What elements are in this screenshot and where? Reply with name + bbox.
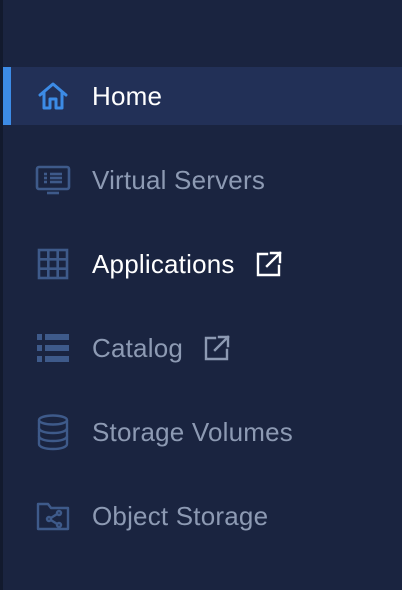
sidebar-item-home[interactable]: Home bbox=[3, 67, 402, 125]
sidebar: Home Virtual Servers Applications Catalo… bbox=[0, 0, 402, 590]
sidebar-item-label: Virtual Servers bbox=[92, 164, 266, 195]
sidebar-item-label-wrap: Catalog bbox=[92, 333, 232, 364]
sidebar-item-label-wrap: Applications bbox=[92, 249, 284, 280]
sidebar-item-storage-volumes[interactable]: Storage Volumes bbox=[3, 390, 402, 474]
sidebar-item-object-storage[interactable]: Object Storage bbox=[3, 474, 402, 558]
external-link-icon bbox=[202, 333, 232, 363]
sidebar-item-label: Applications bbox=[92, 248, 235, 279]
sidebar-item-label: Home bbox=[92, 80, 163, 111]
sidebar-item-catalog[interactable]: Catalog bbox=[3, 306, 402, 390]
list-icon bbox=[34, 329, 72, 367]
monitor-icon bbox=[34, 161, 72, 199]
sidebar-item-applications[interactable]: Applications bbox=[3, 222, 402, 306]
sidebar-nav: Home Virtual Servers Applications Catalo… bbox=[3, 54, 402, 558]
sidebar-item-virtual-servers[interactable]: Virtual Servers bbox=[3, 138, 402, 222]
share-folder-icon bbox=[34, 497, 72, 535]
database-icon bbox=[34, 413, 72, 451]
sidebar-item-label: Object Storage bbox=[92, 500, 269, 531]
external-link-icon bbox=[254, 249, 284, 279]
sidebar-item-label: Storage Volumes bbox=[92, 416, 294, 447]
home-icon bbox=[34, 77, 72, 115]
sidebar-item-label: Catalog bbox=[92, 332, 184, 363]
grid-icon bbox=[34, 245, 72, 283]
